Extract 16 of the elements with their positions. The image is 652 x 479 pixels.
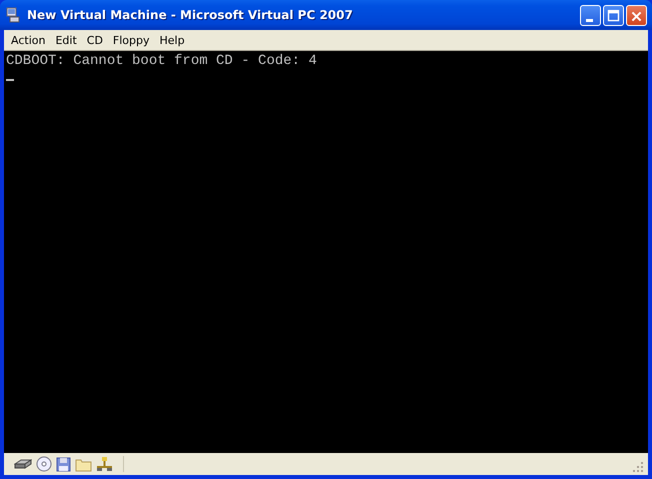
menu-item[interactable]: Help xyxy=(154,34,190,46)
resize-grip-icon[interactable] xyxy=(633,462,644,473)
console-text: CDBOOT: Cannot boot from CD - Code: 4 xyxy=(6,53,318,69)
minimize-button[interactable] xyxy=(580,4,601,26)
close-button[interactable] xyxy=(626,4,647,26)
menu-item[interactable]: Floppy xyxy=(108,34,155,46)
minimize-icon xyxy=(586,18,593,22)
maximize-button[interactable] xyxy=(603,4,624,26)
menu-item[interactable]: Edit xyxy=(50,34,82,46)
hard-disk-icon[interactable] xyxy=(14,457,32,471)
window-title: New Virtual Machine - Microsoft Virtual PC 2007 xyxy=(27,8,354,22)
cd-icon[interactable] xyxy=(36,456,52,472)
network-icon[interactable] xyxy=(96,456,113,472)
computer-icon xyxy=(5,7,21,23)
menu-item[interactable]: CD xyxy=(82,34,108,46)
menu-item[interactable]: Action xyxy=(6,34,50,46)
